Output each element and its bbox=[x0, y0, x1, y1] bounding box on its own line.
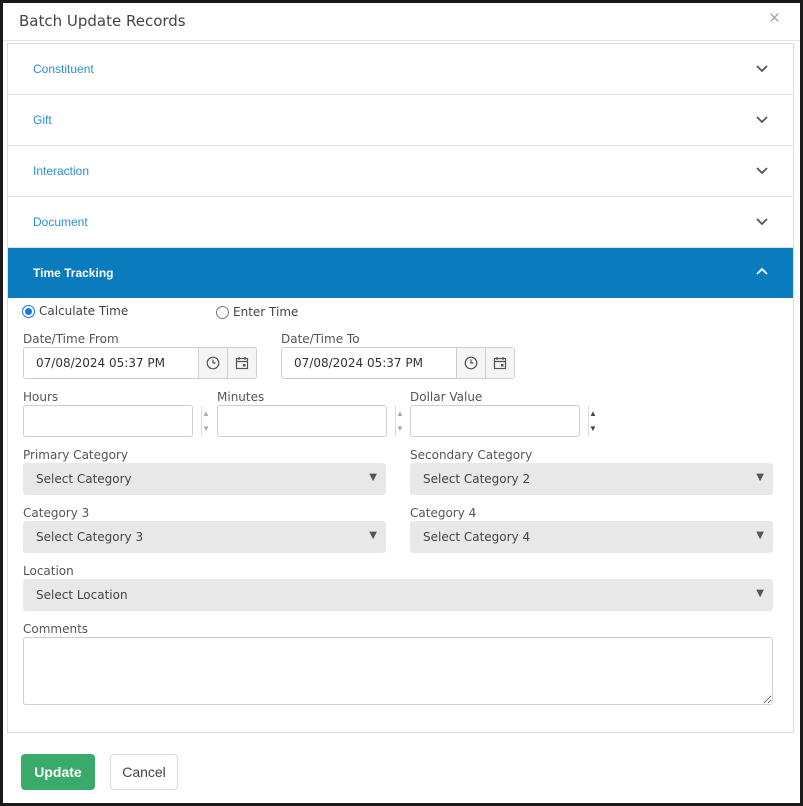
secondary-category-label: Secondary Category bbox=[410, 448, 533, 462]
batch-update-dialog: Batch Update Records × Constituent Gift … bbox=[0, 0, 803, 806]
category4-label: Category 4 bbox=[410, 506, 477, 520]
primary-category-select[interactable]: Select Category ▼ bbox=[23, 463, 386, 495]
hours-label: Hours bbox=[23, 390, 59, 404]
chevron-down-icon bbox=[756, 167, 768, 175]
spinner-up-icon[interactable]: ▲ bbox=[589, 406, 597, 421]
spinner-down-icon[interactable]: ▼ bbox=[202, 421, 210, 436]
radio-label: Enter Time bbox=[233, 305, 299, 319]
accordion-interaction[interactable]: Interaction bbox=[8, 146, 793, 197]
location-select[interactable]: Select Location ▼ bbox=[23, 579, 773, 611]
clock-icon[interactable] bbox=[198, 348, 227, 378]
radio-unselected-icon bbox=[216, 305, 229, 319]
minutes-field: ▲ ▼ bbox=[217, 405, 404, 437]
category4-select[interactable]: Select Category 4 ▼ bbox=[410, 521, 773, 553]
minutes-input[interactable] bbox=[218, 406, 395, 436]
chevron-up-icon bbox=[756, 267, 768, 275]
accordion-label: Interaction bbox=[33, 164, 90, 178]
select-value: Select Category 4 bbox=[423, 530, 531, 544]
location-label: Location bbox=[23, 564, 74, 578]
select-value: Select Category 3 bbox=[36, 530, 144, 544]
accordion-label: Gift bbox=[33, 113, 52, 127]
category3-label: Category 3 bbox=[23, 506, 90, 520]
update-button[interactable]: Update bbox=[21, 754, 95, 790]
date-to-label: Date/Time To bbox=[281, 332, 360, 346]
accordion: Constituent Gift Interaction Document Ti… bbox=[7, 43, 794, 733]
spinner-up-icon[interactable]: ▲ bbox=[202, 406, 210, 421]
radio-selected-icon bbox=[22, 304, 35, 318]
category3-select[interactable]: Select Category 3 ▼ bbox=[23, 521, 386, 553]
caret-down-icon: ▼ bbox=[369, 530, 377, 541]
hours-field: ▲ ▼ bbox=[23, 405, 210, 437]
caret-down-icon: ▼ bbox=[369, 472, 377, 483]
accordion-label: Document bbox=[33, 215, 88, 229]
calendar-icon[interactable] bbox=[227, 348, 256, 378]
accordion-gift[interactable]: Gift bbox=[8, 95, 793, 146]
select-value: Select Category 2 bbox=[423, 472, 531, 486]
accordion-document[interactable]: Document bbox=[8, 197, 793, 248]
chevron-down-icon bbox=[756, 65, 768, 73]
accordion-time-tracking[interactable]: Time Tracking bbox=[8, 248, 793, 298]
accordion-label: Constituent bbox=[33, 62, 94, 76]
date-from-input[interactable] bbox=[24, 348, 198, 378]
radio-enter-time[interactable]: Enter Time bbox=[216, 305, 298, 319]
comments-label: Comments bbox=[23, 622, 89, 636]
radio-calculate-time[interactable]: Calculate Time bbox=[22, 304, 128, 318]
comments-textarea[interactable] bbox=[23, 637, 773, 705]
caret-down-icon: ▼ bbox=[756, 472, 764, 483]
spinner-down-icon[interactable]: ▼ bbox=[589, 421, 597, 436]
chevron-down-icon bbox=[756, 218, 768, 226]
date-from-field bbox=[23, 347, 257, 379]
caret-down-icon: ▼ bbox=[756, 530, 764, 541]
minutes-label: Minutes bbox=[217, 390, 265, 404]
close-icon[interactable]: × bbox=[769, 9, 780, 29]
date-from-label: Date/Time From bbox=[23, 332, 119, 346]
hours-input[interactable] bbox=[24, 406, 201, 436]
primary-category-label: Primary Category bbox=[23, 448, 128, 462]
dollar-value-label: Dollar Value bbox=[410, 390, 483, 404]
clock-icon[interactable] bbox=[456, 348, 485, 378]
select-value: Select Location bbox=[36, 588, 128, 602]
secondary-category-select[interactable]: Select Category 2 ▼ bbox=[410, 463, 773, 495]
select-value: Select Category bbox=[36, 472, 132, 486]
cancel-button[interactable]: Cancel bbox=[110, 754, 178, 790]
calendar-icon[interactable] bbox=[485, 348, 514, 378]
date-to-field bbox=[281, 347, 515, 379]
dollar-value-field: ▲ ▼ bbox=[410, 405, 597, 437]
spinner-up-icon[interactable]: ▲ bbox=[396, 406, 404, 421]
accordion-label: Time Tracking bbox=[33, 266, 114, 280]
spinner-down-icon[interactable]: ▼ bbox=[396, 421, 404, 436]
date-to-input[interactable] bbox=[282, 348, 456, 378]
dollar-value-input[interactable] bbox=[411, 406, 588, 436]
dialog-header: Batch Update Records × bbox=[3, 3, 800, 41]
accordion-constituent[interactable]: Constituent bbox=[8, 44, 793, 95]
chevron-down-icon bbox=[756, 116, 768, 124]
caret-down-icon: ▼ bbox=[756, 588, 764, 599]
dialog-title: Batch Update Records bbox=[19, 12, 186, 30]
radio-label: Calculate Time bbox=[39, 304, 129, 318]
